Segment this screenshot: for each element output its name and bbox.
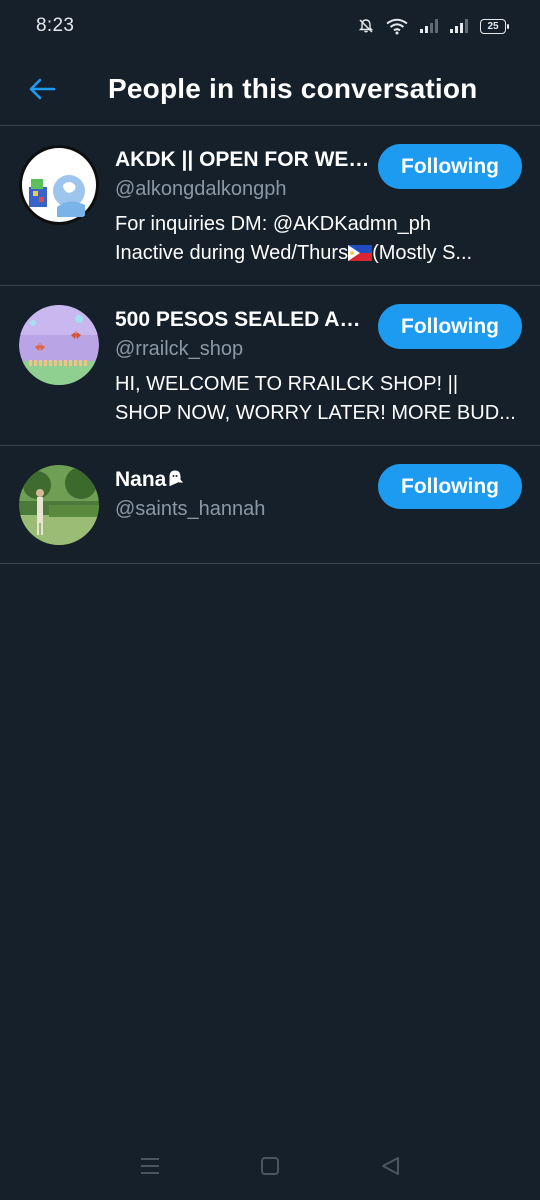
home-button[interactable] xyxy=(240,1136,300,1196)
person-handle: @rrailck_shop xyxy=(115,338,244,360)
system-back-button[interactable] xyxy=(360,1136,420,1196)
person-row[interactable]: Nana @saints_hannah Following xyxy=(0,446,540,564)
recents-icon xyxy=(141,1158,159,1174)
following-button[interactable]: Following xyxy=(378,304,522,349)
battery-indicator: 25 xyxy=(480,18,509,34)
system-nav-bar xyxy=(0,1132,540,1200)
person-text: AKDK || OPEN FOR WEV... @alkongdalkongph xyxy=(115,146,370,204)
status-bar: 8:23 25 xyxy=(0,0,540,52)
following-button[interactable]: Following xyxy=(378,464,522,509)
page-title: People in this conversation xyxy=(108,72,478,104)
home-icon xyxy=(261,1157,279,1175)
screen: 8:23 25 People in this conversation AKDK… xyxy=(0,0,540,1200)
status-time: 8:23 xyxy=(36,15,75,36)
person-name: 500 PESOS SEALED AN... xyxy=(115,308,370,331)
back-arrow-icon xyxy=(29,78,56,99)
people-list: AKDK || OPEN FOR WEV... @alkongdalkongph… xyxy=(0,126,540,564)
mute-bell-icon xyxy=(358,18,374,34)
person-row[interactable]: 500 PESOS SEALED AN... @rrailck_shop HI,… xyxy=(0,286,540,446)
person-handle: @saints_hannah xyxy=(115,498,266,520)
person-bio: HI, WELCOME TO RRAILCK SHOP! || SHOP NOW… xyxy=(115,370,519,428)
signal-icon xyxy=(420,19,438,33)
bio-line: SHOP NOW, WORRY LATER! MORE BUD... xyxy=(115,402,516,424)
name-text: Nana xyxy=(115,468,167,491)
back-icon xyxy=(382,1157,399,1175)
avatar[interactable] xyxy=(19,305,99,385)
person-row[interactable]: AKDK || OPEN FOR WEV... @alkongdalkongph… xyxy=(0,126,540,286)
person-text: Nana @saints_hannah xyxy=(115,466,365,524)
bio-line: HI, WELCOME TO RRAILCK SHOP! || xyxy=(115,373,459,395)
avatar[interactable] xyxy=(19,465,99,545)
person-name: AKDK || OPEN FOR WEV... xyxy=(115,148,370,171)
person-text: 500 PESOS SEALED AN... @rrailck_shop xyxy=(115,306,370,364)
signal-icon xyxy=(450,19,468,33)
ghost-emoji-icon xyxy=(169,470,184,486)
following-button[interactable]: Following xyxy=(378,144,522,189)
person-bio: For inquiries DM: @AKDKadmn_ph Inactive … xyxy=(115,210,519,268)
status-icons: 25 xyxy=(358,18,509,35)
bio-text: (Mostly S... xyxy=(372,242,473,264)
avatar[interactable] xyxy=(19,145,99,225)
bio-line: For inquiries DM: @AKDKadmn_ph xyxy=(115,213,431,235)
wifi-icon xyxy=(386,18,408,35)
person-handle: @alkongdalkongph xyxy=(115,178,287,200)
bio-text: Inactive during Wed/Thurs xyxy=(115,242,349,264)
philippines-flag-icon xyxy=(348,245,373,261)
header: People in this conversation xyxy=(0,52,540,126)
person-name: Nana xyxy=(115,466,370,494)
recents-button[interactable] xyxy=(120,1136,180,1196)
bio-line: Inactive during Wed/Thurs (Mostly S... xyxy=(115,239,519,268)
back-button[interactable] xyxy=(0,52,84,126)
